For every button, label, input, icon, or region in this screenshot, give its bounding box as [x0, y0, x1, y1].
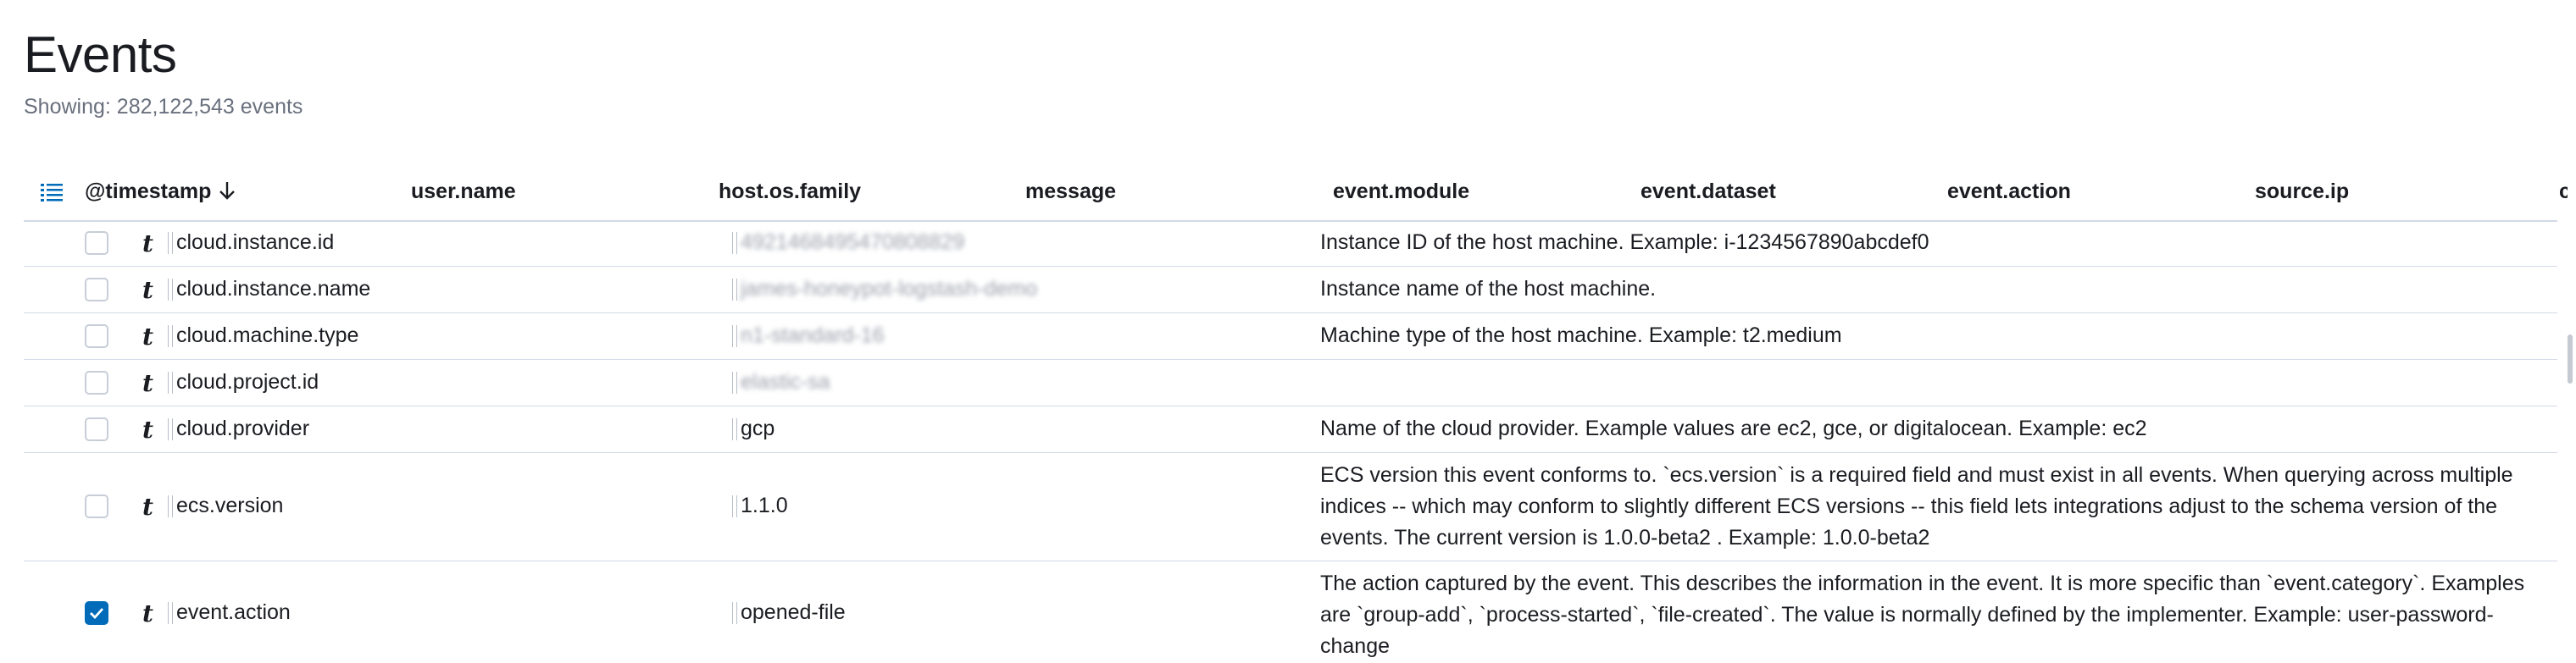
- field-value[interactable]: 1.1.0: [741, 494, 788, 518]
- drag-handle-icon[interactable]: [168, 495, 173, 517]
- fields-table: t cloud.instance.id 4921468495470808829 …: [24, 220, 2557, 663]
- field-description: Machine type of the host machine. Exampl…: [1320, 323, 1842, 347]
- field-description: ECS version this event conforms to. `ecs…: [1320, 463, 2513, 550]
- table-row: t event.action opened-file The action ca…: [24, 561, 2557, 663]
- field-name[interactable]: cloud.project.id: [176, 370, 319, 395]
- table-row: t cloud.instance.id 4921468495470808829 …: [24, 220, 2557, 267]
- drag-handle-icon[interactable]: [168, 279, 173, 301]
- field-value[interactable]: gcp: [741, 417, 774, 441]
- field-description: Name of the cloud provider. Example valu…: [1320, 417, 2147, 440]
- field-name[interactable]: cloud.provider: [176, 417, 309, 441]
- column-header-event-action[interactable]: event.action: [1947, 180, 2071, 204]
- string-type-icon: t: [142, 276, 153, 304]
- string-type-icon: t: [142, 323, 153, 351]
- drag-handle-icon[interactable]: [168, 418, 173, 440]
- row-checkbox[interactable]: [85, 371, 108, 395]
- field-name[interactable]: cloud.instance.name: [176, 277, 370, 301]
- page-title: Events: [24, 26, 177, 83]
- drag-handle-icon[interactable]: [732, 232, 737, 254]
- table-row: t cloud.instance.name james-honeypot-log…: [24, 267, 2557, 313]
- list-icon[interactable]: [41, 183, 63, 203]
- field-description: Instance ID of the host machine. Example…: [1320, 230, 1929, 254]
- drag-handle-icon[interactable]: [168, 232, 173, 254]
- field-value[interactable]: n1-standard-16: [741, 323, 885, 348]
- field-description: Instance name of the host machine.: [1320, 277, 1657, 301]
- field-value[interactable]: elastic-sa: [741, 370, 830, 395]
- string-type-icon: t: [142, 229, 153, 257]
- field-name[interactable]: ecs.version: [176, 494, 283, 518]
- sort-descending-icon[interactable]: [218, 180, 236, 201]
- field-name[interactable]: event.action: [176, 600, 291, 625]
- row-checkbox[interactable]: [85, 601, 108, 625]
- drag-handle-icon[interactable]: [732, 372, 737, 394]
- drag-handle-icon[interactable]: [168, 372, 173, 394]
- row-checkbox[interactable]: [85, 494, 108, 518]
- column-header-truncated[interactable]: c: [2559, 180, 2568, 204]
- table-row: t ecs.version 1.1.0 ECS version this eve…: [24, 453, 2557, 561]
- column-header-user-name[interactable]: user.name: [411, 180, 516, 204]
- field-description: The action captured by the event. This d…: [1320, 572, 2525, 658]
- drag-handle-icon[interactable]: [732, 325, 737, 347]
- column-header-host-os-family[interactable]: host.os.family: [719, 180, 861, 204]
- drag-handle-icon[interactable]: [732, 418, 737, 440]
- table-header: @timestamp user.name host.os.family mess…: [24, 166, 2568, 222]
- column-header-timestamp[interactable]: @timestamp: [85, 180, 236, 204]
- field-name[interactable]: cloud.machine.type: [176, 323, 358, 348]
- row-checkbox[interactable]: [85, 417, 108, 441]
- row-checkbox[interactable]: [85, 231, 108, 255]
- string-type-icon: t: [142, 416, 153, 444]
- drag-handle-icon[interactable]: [168, 602, 173, 624]
- row-checkbox[interactable]: [85, 324, 108, 348]
- table-row: t cloud.provider gcp Name of the cloud p…: [24, 406, 2557, 453]
- field-value[interactable]: opened-file: [741, 600, 846, 625]
- drag-handle-icon[interactable]: [732, 495, 737, 517]
- drag-handle-icon[interactable]: [168, 325, 173, 347]
- table-row: t cloud.project.id elastic-sa: [24, 360, 2557, 406]
- field-value[interactable]: james-honeypot-logstash-demo: [741, 277, 1037, 301]
- string-type-icon: t: [142, 493, 153, 521]
- field-value[interactable]: 4921468495470808829: [741, 230, 964, 255]
- column-header-event-dataset[interactable]: event.dataset: [1641, 180, 1776, 204]
- scrollbar-thumb[interactable]: [2568, 334, 2573, 384]
- column-header-source-ip[interactable]: source.ip: [2255, 180, 2349, 204]
- drag-handle-icon[interactable]: [732, 279, 737, 301]
- field-name[interactable]: cloud.instance.id: [176, 230, 334, 255]
- string-type-icon: t: [142, 369, 153, 397]
- drag-handle-icon[interactable]: [732, 602, 737, 624]
- table-row: t cloud.machine.type n1-standard-16 Mach…: [24, 313, 2557, 360]
- string-type-icon: t: [142, 599, 153, 627]
- row-checkbox[interactable]: [85, 278, 108, 301]
- column-header-event-module[interactable]: event.module: [1333, 180, 1469, 204]
- events-count: Showing: 282,122,543 events: [24, 95, 303, 119]
- column-header-message[interactable]: message: [1025, 180, 1116, 204]
